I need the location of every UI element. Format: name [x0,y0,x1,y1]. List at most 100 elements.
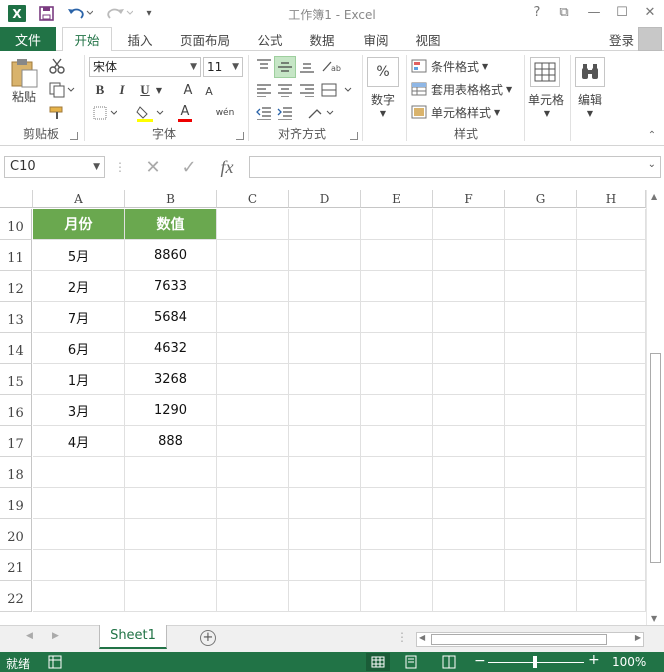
cell-styles-button[interactable]: 单元格样式 ▼ [411,103,521,121]
font-color-button[interactable]: A [170,103,200,123]
align-bottom-icon[interactable] [298,57,316,75]
row-header[interactable]: 19 [0,488,32,519]
macro-record-icon[interactable] [48,655,62,672]
empty-cell[interactable] [289,364,361,395]
empty-cell[interactable] [289,333,361,364]
chevron-down-icon[interactable]: ▼ [154,81,164,99]
table-header-cell[interactable]: 数值 [125,209,217,240]
empty-cell[interactable] [217,550,289,581]
empty-cell[interactable] [505,209,577,240]
conditional-formatting-button[interactable]: 条件格式 ▼ [411,57,521,75]
scroll-left-icon[interactable]: ◀ [419,633,425,642]
zoom-out-icon[interactable]: − [474,653,486,669]
empty-cell[interactable] [125,519,217,550]
empty-cell[interactable] [217,302,289,333]
empty-cell[interactable] [217,581,289,612]
horizontal-scrollbar[interactable]: ◀ ▶ [416,632,644,647]
tab-data[interactable]: 数据 [300,27,344,51]
empty-cell[interactable] [577,209,646,240]
empty-cell[interactable] [505,395,577,426]
column-header-c[interactable]: C [217,190,289,208]
empty-cell[interactable] [33,519,125,550]
row-header[interactable]: 22 [0,581,32,612]
empty-cell[interactable] [33,488,125,519]
empty-cell[interactable] [125,457,217,488]
table-cell[interactable]: 5684 [125,302,217,333]
cells-icon[interactable] [530,57,560,87]
empty-cell[interactable] [289,581,361,612]
table-cell[interactable]: 1月 [33,364,125,395]
empty-cell[interactable] [433,457,505,488]
empty-cell[interactable] [217,240,289,271]
phonetic-button[interactable]: wén [210,103,240,123]
empty-cell[interactable] [433,581,505,612]
empty-cell[interactable] [289,488,361,519]
tab-split-grip-icon[interactable]: ⋮ [396,630,408,644]
empty-cell[interactable] [577,519,646,550]
empty-cell[interactable] [577,395,646,426]
format-painter-icon[interactable] [48,104,66,122]
tab-view[interactable]: 视图 [406,27,450,51]
empty-cell[interactable] [505,581,577,612]
empty-cell[interactable] [217,457,289,488]
empty-cell[interactable] [433,519,505,550]
chevron-down-icon[interactable]: ▼ [541,108,553,118]
table-cell[interactable]: 8860 [125,240,217,271]
empty-cell[interactable] [125,488,217,519]
empty-cell[interactable] [361,333,433,364]
scroll-right-icon[interactable]: ▶ [635,633,641,642]
empty-cell[interactable] [217,426,289,457]
scroll-up-icon[interactable]: ▲ [651,192,657,201]
empty-cell[interactable] [217,209,289,240]
empty-cell[interactable] [505,457,577,488]
empty-cell[interactable] [361,457,433,488]
alignment-launcher-icon[interactable] [350,132,358,140]
empty-cell[interactable] [217,364,289,395]
empty-cell[interactable] [433,488,505,519]
empty-cell[interactable] [577,302,646,333]
empty-cell[interactable] [217,519,289,550]
table-cell[interactable]: 3268 [125,364,217,395]
empty-cell[interactable] [577,488,646,519]
empty-cell[interactable] [433,302,505,333]
orientation-icon[interactable]: ab [320,57,342,75]
column-header-f[interactable]: F [433,190,505,208]
empty-cell[interactable] [289,519,361,550]
empty-cell[interactable] [289,271,361,302]
empty-cell[interactable] [361,519,433,550]
empty-cell[interactable] [217,488,289,519]
align-right-icon[interactable] [298,81,316,99]
cancel-formula-button[interactable]: ✕ [140,156,166,178]
empty-cell[interactable] [505,240,577,271]
empty-cell[interactable] [577,240,646,271]
column-header-e[interactable]: E [361,190,433,208]
table-cell[interactable]: 6月 [33,333,125,364]
maximize-button[interactable]: ☐ [612,5,632,21]
sheet-tab-sheet1[interactable]: Sheet1 [99,625,167,649]
empty-cell[interactable] [577,426,646,457]
number-button[interactable]: 数字 [364,91,402,107]
empty-cell[interactable] [505,364,577,395]
empty-cell[interactable] [577,364,646,395]
empty-cell[interactable] [289,550,361,581]
empty-cell[interactable] [361,240,433,271]
login-link[interactable]: 登录 [609,30,634,49]
column-header-d[interactable]: D [289,190,361,208]
increase-indent-icon[interactable] [276,104,294,122]
vertical-scrollbar[interactable]: ▲ ▼ [646,190,664,625]
empty-cell[interactable] [361,488,433,519]
select-all-corner[interactable] [0,190,33,208]
empty-cell[interactable] [361,302,433,333]
normal-view-icon[interactable] [366,653,390,671]
empty-cell[interactable] [577,581,646,612]
empty-cell[interactable] [433,333,505,364]
empty-cell[interactable] [361,364,433,395]
clipboard-launcher-icon[interactable] [70,132,78,140]
column-header-a[interactable]: A [33,190,125,208]
grow-font-button[interactable]: A [180,81,196,99]
table-cell[interactable]: 5月 [33,240,125,271]
row-header[interactable]: 11 [0,240,32,271]
empty-cell[interactable] [577,550,646,581]
empty-cell[interactable] [361,209,433,240]
zoom-slider-thumb[interactable] [533,656,537,668]
